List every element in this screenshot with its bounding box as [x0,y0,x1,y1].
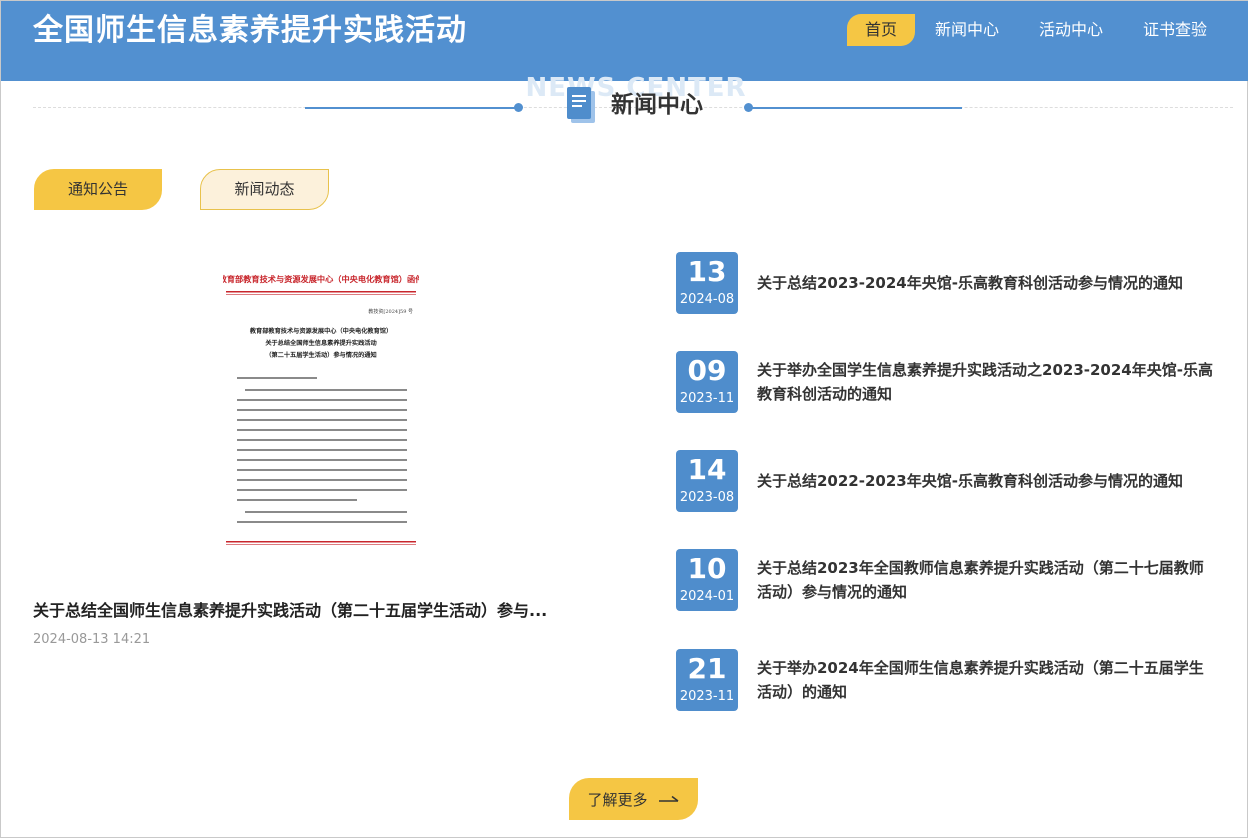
doc-number: 教技资[2024]59 号 [368,308,413,315]
arrow-right-icon [658,795,678,802]
title-dot-right [744,103,753,112]
doc-heading-3: （第二十五届学生活动）参与情况的通知 [265,351,376,359]
site-header: 全国师生信息素养提升实践活动 首页 新闻中心 活动中心 证书查验 [1,1,1248,81]
doc-heading-2: 关于总结全国师生信息素养提升实践活动 [265,339,376,347]
list-item[interactable]: 10 2024-01 关于总结2023年全国教师信息素养提升实践活动（第二十七届… [676,549,1221,613]
news-title[interactable]: 关于总结2023年全国教师信息素养提升实践活动（第二十七届教师活动）参与情况的通… [757,549,1217,611]
title-dot-left [514,103,523,112]
nav-item-home[interactable]: 首页 [846,14,915,46]
date-badge: 10 2024-01 [676,549,738,611]
nav-item-activity-center[interactable]: 活动中心 [1019,14,1123,46]
document-icon [567,87,595,123]
date-badge: 21 2023-11 [676,649,738,711]
date-badge: 14 2023-08 [676,450,738,512]
featured-document-image[interactable]: 教育部教育技术与资源发展中心（中央电化教育馆）函件 教技资[2024]59 号 … [223,265,419,549]
date-year-month: 2024-08 [679,292,735,307]
featured-date: 2024-08-13 14:21 [33,632,151,647]
date-year-month: 2024-01 [679,589,735,604]
news-title[interactable]: 关于举办2024年全国师生信息素养提升实践活动（第二十五届学生活动）的通知 [757,649,1217,711]
date-day: 10 [687,552,727,585]
tab-notices[interactable]: 通知公告 [34,169,162,210]
nav-item-certificate-check[interactable]: 证书查验 [1123,14,1227,46]
date-day: 21 [687,652,727,685]
nav-item-news-center[interactable]: 新闻中心 [915,14,1019,46]
list-item[interactable]: 14 2023-08 关于总结2022-2023年央馆-乐高教育科创活动参与情况… [676,450,1221,514]
date-year-month: 2023-08 [679,490,735,505]
title-line-left [305,107,519,109]
list-item[interactable]: 13 2024-08 关于总结2023-2024年央馆-乐高教育科创活动参与情况… [676,252,1221,316]
list-item[interactable]: 09 2023-11 关于举办全国学生信息素养提升实践活动之2023-2024年… [676,351,1221,415]
date-badge: 09 2023-11 [676,351,738,413]
date-day: 14 [687,453,727,486]
date-badge: 13 2024-08 [676,252,738,314]
learn-more-button[interactable]: 了解更多 [569,778,698,820]
doc-letterhead: 教育部教育技术与资源发展中心（中央电化教育馆）函件 [223,274,419,284]
site-title[interactable]: 全国师生信息素养提升实践活动 [33,11,467,51]
title-line-right [748,107,962,109]
main-nav: 首页 新闻中心 活动中心 证书查验 [846,14,1227,46]
news-title[interactable]: 关于举办全国学生信息素养提升实践活动之2023-2024年央馆-乐高教育科创活动… [757,351,1217,413]
learn-more-label: 了解更多 [587,790,648,809]
doc-heading-1: 教育部教育技术与资源发展中心（中央电化教育馆） [249,327,392,335]
date-day: 09 [687,354,727,387]
date-year-month: 2023-11 [679,689,735,704]
news-title[interactable]: 关于总结2023-2024年央馆-乐高教育科创活动参与情况的通知 [757,252,1217,314]
date-year-month: 2023-11 [679,391,735,406]
date-day: 13 [687,255,727,288]
section-title: 新闻中心 [611,92,703,118]
featured-title[interactable]: 关于总结全国师生信息素养提升实践活动（第二十五届学生活动）参与... [33,599,613,623]
news-title[interactable]: 关于总结2022-2023年央馆-乐高教育科创活动参与情况的通知 [757,450,1217,512]
tab-news[interactable]: 新闻动态 [200,169,329,210]
list-item[interactable]: 21 2023-11 关于举办2024年全国师生信息素养提升实践活动（第二十五届… [676,649,1221,713]
